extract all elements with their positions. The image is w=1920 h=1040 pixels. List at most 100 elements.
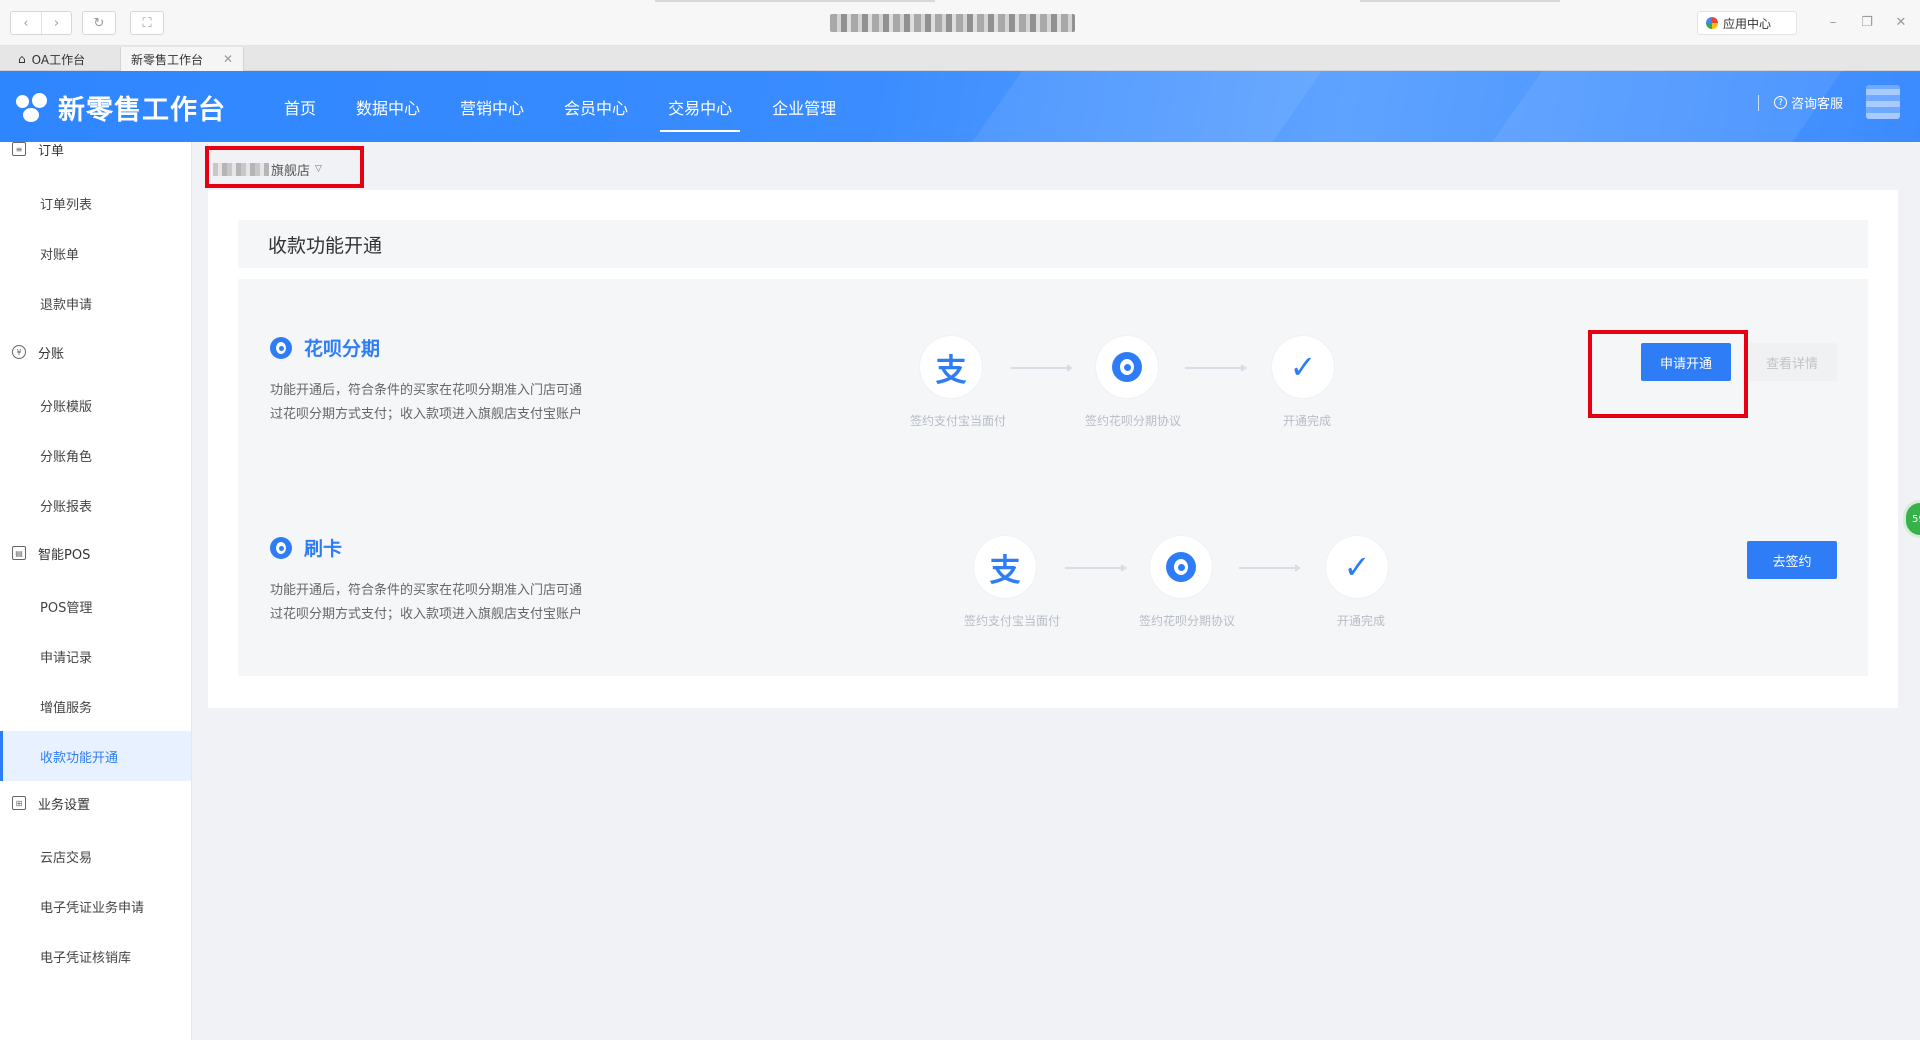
tab-retail[interactable]: 新零售工作台 ✕: [120, 47, 245, 71]
document-icon: ≡: [12, 142, 26, 156]
nav-data-center[interactable]: 数据中心: [340, 71, 436, 142]
tab-bar: ⌂ OA工作台 新零售工作台 ✕: [0, 46, 1920, 71]
step-complete: ✓: [1326, 536, 1388, 598]
button-label: 去签约: [1772, 554, 1812, 570]
sidebar-group-business-settings[interactable]: ⊞ 业务设置: [0, 788, 191, 818]
nav-home[interactable]: 首页: [268, 71, 332, 142]
go-sign-button[interactable]: 去签约: [1747, 541, 1837, 579]
sidebar: ≡ 订单 订单列表 对账单 退款申请 ¥ 分账 分账模版 分账角色 分账报表 ▤…: [0, 142, 192, 1040]
button-label: 查看详情: [1765, 356, 1818, 372]
nav-enterprise[interactable]: 企业管理: [756, 71, 852, 142]
section-header: 收款功能开通: [238, 220, 1868, 268]
arrow-right-icon: [1065, 564, 1127, 572]
sidebar-item-value-added[interactable]: 增值服务: [0, 681, 191, 731]
payment-activation-card: 收款功能开通 花呗分期 功能开通后，符合条件的买家在花呗分期准入门店可通 过花呗…: [208, 190, 1898, 708]
sidebar-item-label: 增值服务: [40, 700, 93, 716]
sidebar-item-statement[interactable]: 对账单: [0, 228, 191, 278]
sidebar-item-order-list[interactable]: 订单列表: [0, 178, 191, 228]
step-huabei-agreement: [1096, 336, 1158, 398]
step-alipay-face-pay: 支: [974, 536, 1036, 598]
tab-label: 新零售工作台: [131, 52, 204, 67]
feature-description: 功能开通后，符合条件的买家在花呗分期准入门店可通 过花呗分期方式支付；收入款项进…: [270, 579, 630, 627]
browser-toolbar: ‹ › ↻ ⛶ 应用中心 – ❐ ✕: [0, 0, 1920, 46]
huabei-icon: [1166, 552, 1196, 582]
refresh-button[interactable]: ↻: [82, 11, 116, 35]
sidebar-item-refund[interactable]: 退款申请: [0, 278, 191, 328]
nav-label: 营销中心: [460, 98, 525, 118]
sidebar-group-order[interactable]: ≡ 订单: [0, 142, 191, 164]
highlight-box: [1588, 330, 1748, 418]
huabei-icon: [270, 336, 292, 359]
view-details-button[interactable]: 查看详情: [1747, 343, 1837, 381]
page-title: 收款功能开通: [268, 234, 383, 257]
toolbar-shadow: [655, 0, 935, 2]
nav-marketing-center[interactable]: 营销中心: [444, 71, 540, 142]
sidebar-item-label: 收款功能开通: [40, 750, 119, 766]
sidebar-item-apply-record[interactable]: 申请记录: [0, 631, 191, 681]
logo-text: 新零售工作台: [58, 95, 226, 126]
header-divider: [1758, 95, 1759, 111]
sidebar-group-label: 分账: [38, 346, 65, 362]
check-icon: ✓: [1343, 548, 1371, 586]
sidebar-item-label: 电子凭证核销库: [40, 950, 132, 966]
sidebar-item-label: POS管理: [40, 600, 93, 616]
arrow-right-icon: [1011, 364, 1073, 372]
step-huabei-agreement: [1150, 536, 1212, 598]
sidebar-item-pos-manage[interactable]: POS管理: [0, 581, 191, 631]
chevron-right-icon: ›: [53, 15, 60, 31]
restore-button[interactable]: ❐: [1857, 12, 1877, 32]
sidebar-item-label: 订单列表: [40, 197, 93, 213]
back-button[interactable]: ‹: [11, 12, 41, 34]
main-nav: 首页 数据中心 营销中心 会员中心 交易中心 企业管理: [268, 71, 860, 142]
sidebar-item-payment-activation[interactable]: 收款功能开通: [0, 731, 191, 781]
app-logo[interactable]: 新零售工作台: [16, 88, 226, 127]
forward-button[interactable]: ›: [41, 12, 71, 34]
step-label: 签约支付宝当面付: [963, 614, 1061, 628]
sidebar-item-label: 退款申请: [40, 297, 93, 313]
fullscreen-button[interactable]: ⛶: [130, 11, 164, 35]
sidebar-item-split-role[interactable]: 分账角色: [0, 430, 191, 480]
step-label: 签约花呗分期协议: [1138, 614, 1236, 628]
sidebar-item-evoucher-apply[interactable]: 电子凭证业务申请: [0, 881, 191, 931]
badge-count: 59: [1912, 513, 1920, 525]
app-center-icon: [1706, 17, 1718, 29]
briefcase-icon: ⊞: [12, 796, 26, 810]
pos-icon: ▤: [12, 546, 26, 560]
history-nav: ‹ ›: [10, 11, 72, 35]
highlight-box: [205, 146, 364, 188]
step-alipay-face-pay: 支: [920, 336, 982, 398]
tab-oa[interactable]: ⌂ OA工作台: [8, 47, 95, 71]
nav-label: 数据中心: [356, 98, 421, 118]
avatar[interactable]: [1866, 85, 1900, 119]
step-label: 开通完成: [1336, 614, 1386, 628]
address-bar[interactable]: [830, 14, 1075, 32]
minimize-button[interactable]: –: [1823, 12, 1843, 32]
sidebar-item-cloud-store[interactable]: 云店交易: [0, 831, 191, 881]
feature-title-huabei: 花呗分期: [270, 334, 380, 361]
restore-icon: ❐: [1861, 14, 1873, 30]
nav-label: 交易中心: [668, 98, 733, 118]
feature-title-text: 花呗分期: [304, 338, 381, 360]
sidebar-item-label: 电子凭证业务申请: [40, 900, 145, 916]
nav-label: 会员中心: [564, 98, 629, 118]
fullscreen-icon: ⛶: [142, 15, 152, 31]
sidebar-group-split[interactable]: ¥ 分账: [0, 337, 191, 367]
sidebar-item-evoucher-library[interactable]: 电子凭证核销库: [0, 931, 191, 981]
step-label: 签约支付宝当面付: [909, 414, 1007, 428]
app-center-button[interactable]: 应用中心: [1697, 11, 1797, 35]
check-icon: ✓: [1289, 348, 1317, 386]
nav-member-center[interactable]: 会员中心: [548, 71, 644, 142]
sidebar-item-split-template[interactable]: 分账模版: [0, 380, 191, 430]
close-icon[interactable]: ✕: [223, 52, 233, 66]
nav-label: 首页: [284, 98, 317, 118]
desc-line: 过花呗分期方式支付；收入款项进入旗舰店支付宝账户: [270, 407, 583, 422]
chevron-left-icon: ‹: [23, 15, 29, 31]
consult-button[interactable]: ? 咨询客服: [1774, 93, 1843, 112]
step-label: 签约花呗分期协议: [1084, 414, 1182, 428]
floating-badge[interactable]: 59: [1903, 500, 1920, 538]
nav-trade-center[interactable]: 交易中心: [652, 71, 748, 142]
sidebar-group-pos[interactable]: ▤ 智能POS: [0, 538, 191, 568]
alipay-icon: 支: [989, 552, 1021, 589]
sidebar-item-split-report[interactable]: 分账报表: [0, 480, 191, 530]
window-close-button[interactable]: ✕: [1891, 12, 1911, 32]
